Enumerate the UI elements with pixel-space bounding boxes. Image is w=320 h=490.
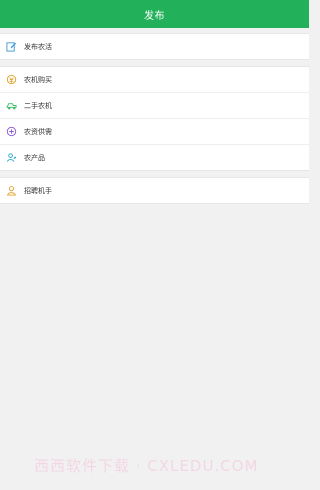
watermark: 西西软件下载 · CXLEDU.COM bbox=[34, 457, 259, 475]
coin-icon bbox=[6, 74, 17, 85]
person-icon bbox=[6, 185, 17, 196]
menu-item-publish-farm-work[interactable]: 发布农活 bbox=[0, 34, 309, 59]
menu-item-label: 发布农活 bbox=[24, 42, 52, 51]
menu-item-label: 农机购买 bbox=[24, 75, 52, 84]
menu-item-label: 农产品 bbox=[24, 153, 45, 162]
menu-group-market: 农机购买 二手农机 农资供需 农产品 bbox=[0, 66, 309, 171]
edit-icon bbox=[6, 41, 17, 52]
page-title: 发布 bbox=[144, 10, 165, 22]
menu-group-jobs: 招聘机手 bbox=[0, 177, 309, 204]
menu-group-publish: 发布农活 bbox=[0, 33, 309, 60]
menu-item-label: 招聘机手 bbox=[24, 186, 52, 195]
menu-item-produce[interactable]: 农产品 bbox=[0, 145, 309, 170]
menu-item-label: 二手农机 bbox=[24, 101, 52, 110]
gift-icon bbox=[6, 126, 17, 137]
menu-item-buy-machinery[interactable]: 农机购买 bbox=[0, 67, 309, 93]
menu-item-supplies[interactable]: 农资供需 bbox=[0, 119, 309, 145]
menu-item-recruit-operator[interactable]: 招聘机手 bbox=[0, 178, 309, 203]
menu-item-label: 农资供需 bbox=[24, 127, 52, 136]
menu-item-used-machinery[interactable]: 二手农机 bbox=[0, 93, 309, 119]
leaf-icon bbox=[6, 152, 17, 163]
header-bar: 发布 bbox=[0, 0, 309, 28]
truck-icon bbox=[6, 100, 17, 111]
